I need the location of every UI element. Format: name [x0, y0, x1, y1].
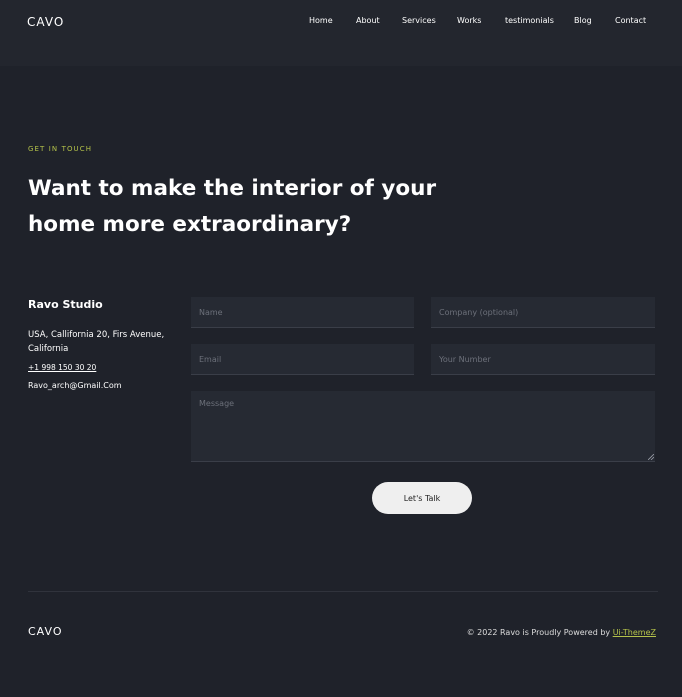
nav-link-services[interactable]: Services: [402, 16, 436, 25]
page-headline: Want to make the interior of your home m…: [28, 171, 436, 243]
name-field-wrap: [191, 297, 414, 328]
studio-name: Ravo Studio: [28, 298, 103, 311]
email-input[interactable]: [191, 344, 414, 374]
email-field-wrap: [191, 344, 414, 375]
company-field-wrap: [431, 297, 655, 328]
nav-link-contact[interactable]: Contact: [615, 16, 646, 25]
headline-line-1: Want to make the interior of your: [28, 176, 437, 201]
phone-number-input[interactable]: [431, 344, 655, 374]
nav-link-about[interactable]: About: [356, 16, 380, 25]
nav-link-blog[interactable]: Blog: [574, 16, 592, 25]
footer-logo[interactable]: CAVO: [28, 625, 63, 638]
studio-address: USA, Callifornia 20, Firs Avenue, Califo…: [28, 330, 165, 354]
top-navbar: CAVO Home About Services Works testimoni…: [0, 0, 682, 66]
section-eyebrow: GET IN TOUCH: [28, 145, 93, 153]
brand-logo[interactable]: CAVO: [27, 15, 64, 29]
message-field-wrap: [191, 391, 655, 462]
studio-phone-link[interactable]: +1 998 150 30 20: [28, 363, 96, 372]
nav-link-home[interactable]: Home: [309, 16, 333, 25]
footer-divider: [28, 591, 658, 592]
resize-grip-icon[interactable]: [648, 454, 654, 460]
studio-email[interactable]: Ravo_arch@Gmail.Com: [28, 381, 122, 390]
copyright-label: © 2022 Ravo is Proudly Powered by: [466, 628, 611, 637]
nav-link-testimonials[interactable]: testimonials: [505, 16, 554, 25]
copyright-text: © 2022 Ravo is Proudly Powered by Ui-The…: [467, 628, 656, 637]
message-textarea[interactable]: [191, 391, 655, 461]
nav-link-works[interactable]: Works: [457, 16, 481, 25]
company-input[interactable]: [431, 297, 655, 327]
headline-line-2: home more extraordinary?: [28, 212, 352, 237]
theme-credit-link[interactable]: Ui-ThemeZ: [613, 628, 656, 637]
number-field-wrap: [431, 344, 655, 375]
submit-button[interactable]: Let's Talk: [372, 482, 472, 514]
name-input[interactable]: [191, 297, 414, 327]
